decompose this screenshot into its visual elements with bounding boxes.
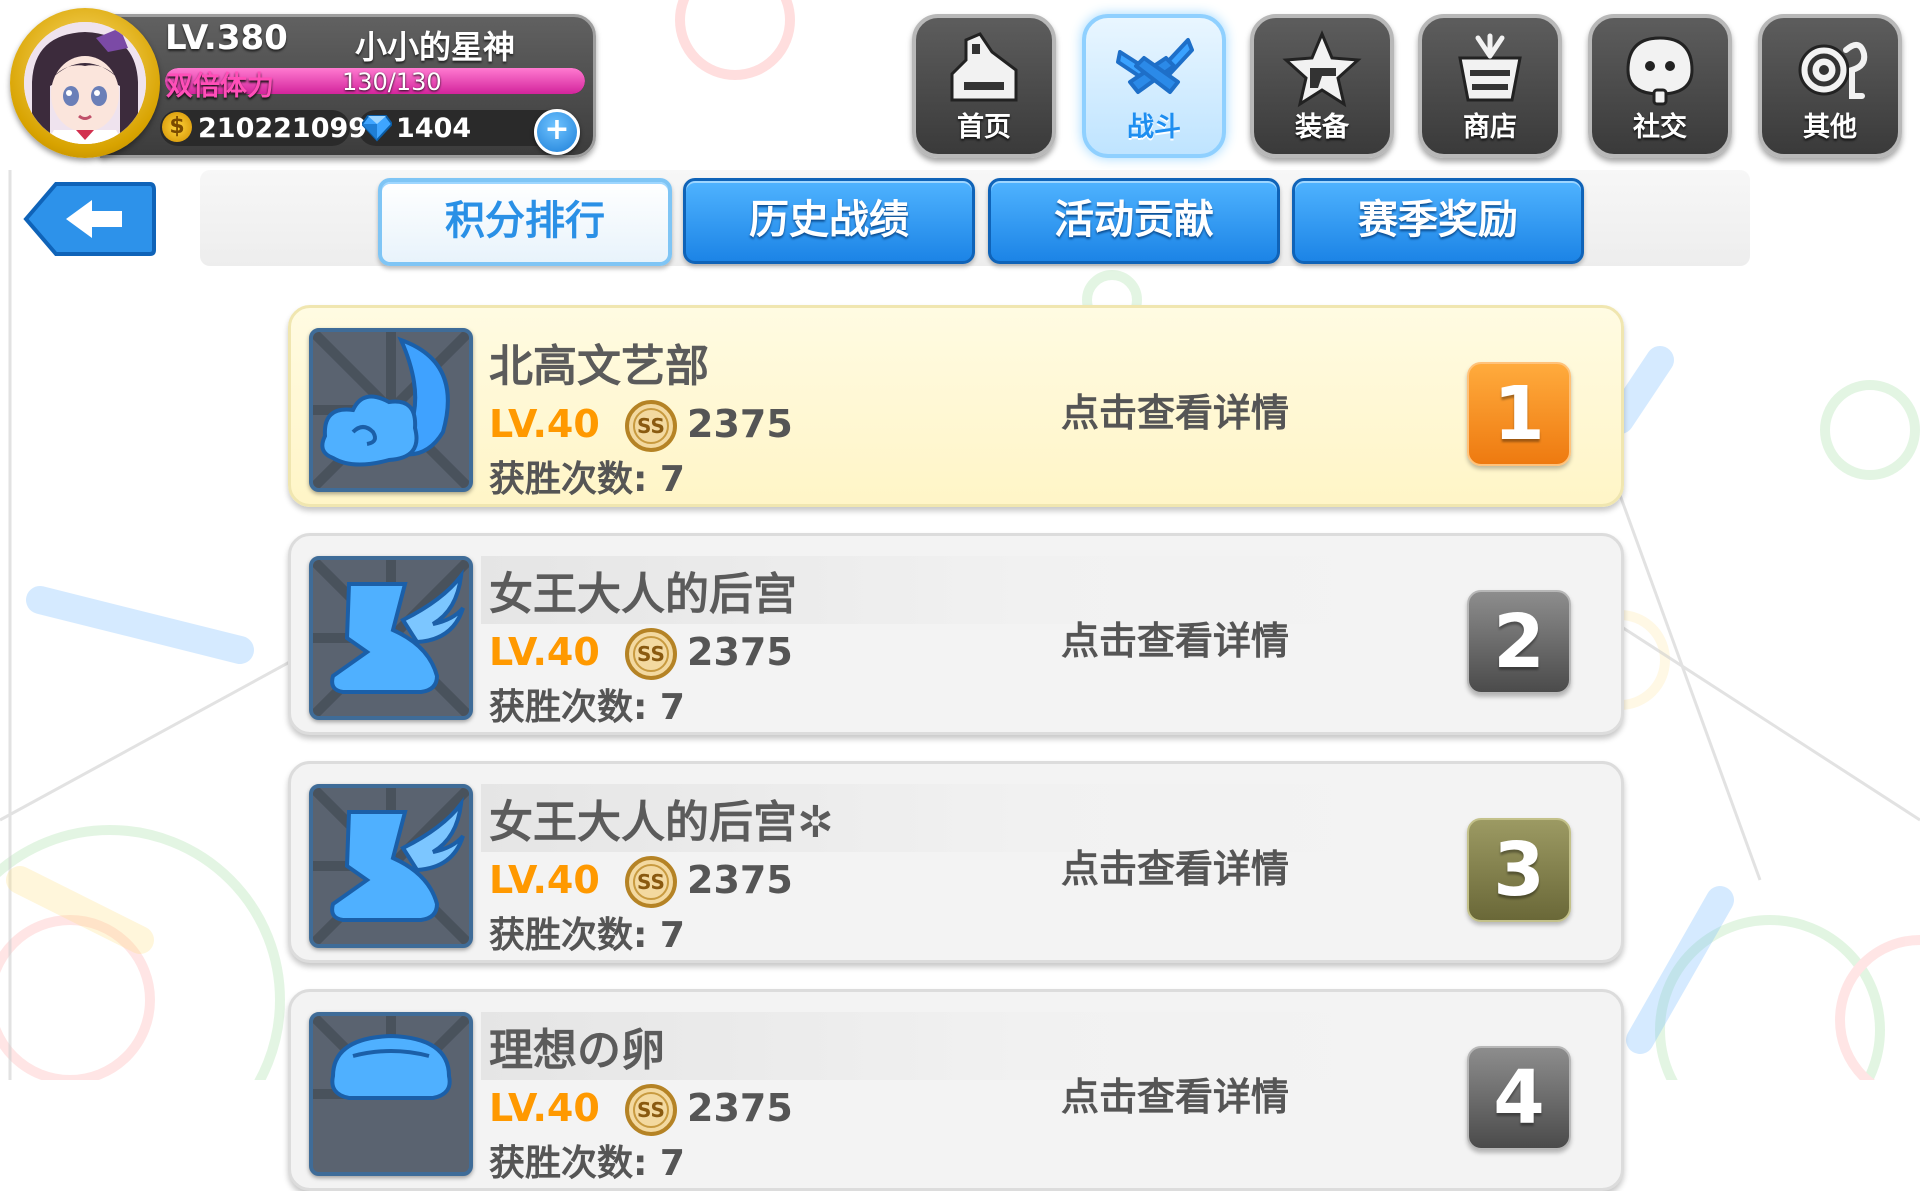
nav-equipment-button[interactable]: 装备 (1250, 14, 1394, 158)
settings-swirl-icon (1798, 41, 1868, 99)
gold-value: 210221099 (198, 113, 368, 144)
ranking-row[interactable]: 理想の卵 LV.40 SS 2375 获胜次数: 7 点击查看详情 4 (288, 989, 1624, 1191)
player-level: LV.380 (165, 18, 288, 58)
player-name: 小小的星神 (355, 28, 516, 66)
nav-shop-button[interactable]: 商店 (1418, 14, 1562, 158)
svg-text:SS: SS (637, 870, 665, 894)
team-wins: 获胜次数: 7 (489, 459, 685, 500)
back-button[interactable] (22, 180, 156, 258)
add-currency-button[interactable]: + (534, 109, 580, 155)
ss-rank-icon: SS (625, 856, 677, 908)
tab-score-ranking[interactable]: 积分排行 (378, 178, 672, 266)
team-level: LV.40 (489, 858, 600, 902)
gift-basket-icon (1458, 33, 1522, 102)
svg-text:SS: SS (637, 642, 665, 666)
nav-battle-button[interactable]: 战斗 (1082, 14, 1226, 158)
ranking-row[interactable]: 女王大人的后宫✲ LV.40 SS 2375 获胜次数: 7 点击查看详情 3 (288, 761, 1624, 963)
stamina-label: 双倍体力 (166, 71, 274, 102)
view-details-link[interactable]: 点击查看详情 (1061, 610, 1289, 665)
ss-rank-icon: SS (625, 400, 677, 452)
cat-face-icon (1626, 36, 1694, 106)
gem-value: 1404 (396, 113, 472, 144)
team-level: LV.40 (489, 1086, 600, 1130)
star-gun-icon (1282, 30, 1362, 108)
rank-badge: 2 (1467, 590, 1571, 694)
winged-boot-icon (309, 556, 473, 720)
crossed-swords-icon (1116, 38, 1194, 94)
nav-social-label: 社交 (1633, 112, 1687, 143)
tab-season-rewards[interactable]: 赛季奖励 (1292, 178, 1584, 264)
team-score: 2375 (687, 1086, 793, 1130)
nav-home-label: 首页 (957, 112, 1011, 143)
view-details-link[interactable]: 点击查看详情 (1061, 1066, 1289, 1121)
nav-shop-label: 商店 (1463, 112, 1517, 143)
cloud-wing-icon (309, 328, 473, 492)
nav-battle-label: 战斗 (1127, 112, 1181, 143)
nav-equipment-label: 装备 (1295, 112, 1349, 143)
avatar-portrait (24, 22, 146, 144)
team-wins: 获胜次数: 7 (489, 687, 685, 728)
player-profile: LV.380 小小的星神 双倍体力 130/130 $ 210221099 14… (0, 0, 600, 160)
team-name: 女王大人的后宫 (489, 569, 797, 620)
svg-text:SS: SS (637, 1098, 665, 1122)
tab-event-contribution[interactable]: 活动贡献 (988, 178, 1280, 264)
tab-battle-history[interactable]: 历史战绩 (683, 178, 975, 264)
view-details-link[interactable]: 点击查看详情 (1061, 838, 1289, 893)
team-wins: 获胜次数: 7 (489, 1143, 685, 1184)
team-wins: 获胜次数: 7 (489, 915, 685, 956)
ranking-row[interactable]: 北高文艺部 LV.40 SS 2375 获胜次数: 7 点击查看详情 1 (288, 305, 1624, 507)
hat-icon (309, 1012, 473, 1176)
team-score: 2375 (687, 630, 793, 674)
nav-other-label: 其他 (1803, 112, 1857, 143)
svg-text:SS: SS (637, 414, 665, 438)
home-icon (950, 32, 1018, 102)
team-name: 北高文艺部 (489, 341, 709, 392)
team-name: 女王大人的后宫✲ (489, 797, 834, 848)
team-name: 理想の卵 (489, 1025, 665, 1076)
team-level: LV.40 (489, 630, 600, 674)
gold-coin-icon: $ (162, 112, 192, 142)
nav-home-button[interactable]: 首页 (912, 14, 1056, 158)
nav-other-button[interactable]: 其他 (1758, 14, 1902, 158)
player-avatar[interactable] (10, 8, 160, 158)
ss-rank-icon: SS (625, 1084, 677, 1136)
stamina-value: 130/130 (342, 68, 442, 96)
rank-badge: 3 (1467, 818, 1571, 922)
view-details-link[interactable]: 点击查看详情 (1061, 382, 1289, 437)
ranking-row[interactable]: 女王大人的后宫 LV.40 SS 2375 获胜次数: 7 点击查看详情 2 (288, 533, 1624, 735)
team-score: 2375 (687, 858, 793, 902)
team-level: LV.40 (489, 402, 600, 446)
ss-rank-icon: SS (625, 628, 677, 680)
team-score: 2375 (687, 402, 793, 446)
rank-badge: 1 (1467, 362, 1571, 466)
rank-badge: 4 (1467, 1046, 1571, 1150)
winged-boot-icon (309, 784, 473, 948)
diamond-icon (362, 115, 392, 142)
nav-social-button[interactable]: 社交 (1588, 14, 1732, 158)
